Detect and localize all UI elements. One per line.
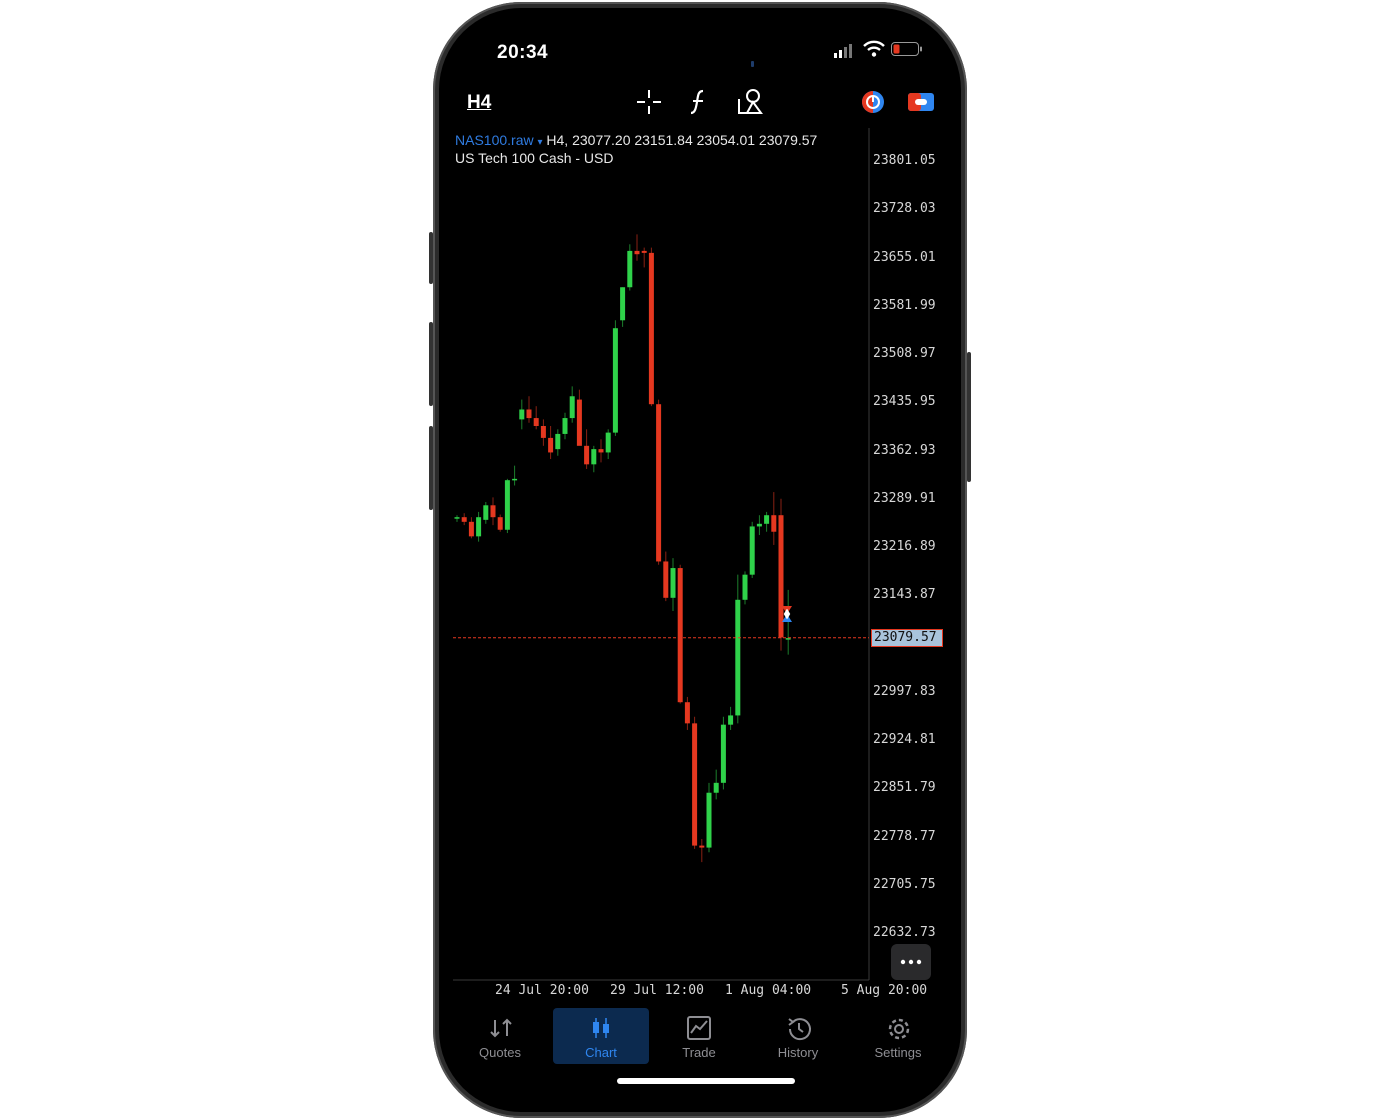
current-price-value: 23079.57 [874,629,937,645]
bullish-candle [562,418,568,434]
time-label: 24 Jul 20:00 [495,983,589,998]
bullish-candle [569,396,575,419]
bullish-candle [476,517,482,537]
price-tick-label: 22632.73 [873,925,936,940]
bearish-candle [663,561,669,598]
bullish-candle [742,574,748,600]
bearish-candle [490,505,496,518]
home-indicator [617,1078,795,1084]
time-label: 1 Aug 04:00 [725,983,812,998]
price-tick-label: 23728.03 [873,201,936,217]
price-tick-label: 23581.99 [873,297,936,313]
quotes-arrows-icon [490,1018,512,1038]
bullish-candle [620,287,626,321]
price-chart[interactable] [439,8,961,1112]
bearish-candle [461,517,467,522]
bullish-candle [605,432,611,453]
bullish-candle [713,782,719,793]
bearish-candle [526,409,532,419]
price-tick-label: 23289.91 [873,490,936,506]
bullish-candle [483,505,489,520]
price-tick-label: 22705.75 [873,876,936,892]
candlestick-chart-icon [593,1018,609,1038]
screen: 20:34 H4 NAS100.raw ▾ H4, 23077.20 23151… [439,8,961,1112]
price-tick-label: 23435.95 [873,394,936,410]
bullish-candle [764,515,770,524]
price-tick-label: 23216.89 [873,539,936,554]
price-tick-label: 22778.77 [873,828,936,844]
bearish-candle [533,418,539,427]
volume-up-button [429,322,433,406]
tab-chart[interactable]: Chart [553,1008,649,1064]
bullish-candle [591,449,597,465]
price-tick-label: 22851.79 [873,780,936,796]
bearish-candle [699,845,705,848]
tab-label: Quotes [479,1045,521,1060]
price-tick-label: 23362.93 [873,442,936,458]
volume-down-button [429,426,433,510]
tab-label: History [777,1045,819,1060]
bearish-candle [598,449,604,453]
bullish-candle [512,478,518,481]
time-label: 5 Aug 20:00 [841,983,928,998]
bearish-candle [771,515,777,532]
bearish-candle [548,437,554,453]
phone-frame: 20:34 H4 NAS100.raw ▾ H4, 23077.20 23151… [429,2,971,1118]
history-clock-icon [788,1018,811,1041]
bullish-candle [519,409,525,420]
more-options-button[interactable] [891,944,931,980]
bearish-candle [540,426,546,438]
bearish-candle [497,517,503,530]
bearish-candle [692,723,698,846]
bullish-candle [735,599,741,716]
tab-history[interactable]: History [750,1008,846,1064]
bullish-candle [504,480,510,530]
bullish-candle [706,792,712,848]
price-tick-label: 23801.05 [873,153,936,168]
bullish-candle [670,568,676,598]
bullish-candle [749,526,755,575]
bearish-candle [656,404,662,562]
price-tick-label: 22924.81 [873,732,936,747]
bearish-candle [584,445,590,465]
gear-icon [888,1018,910,1040]
bearish-candle [468,521,474,537]
bearish-candle [634,250,640,255]
price-tick-label: 23655.01 [873,249,936,265]
bullish-candle [454,517,460,519]
current-price-tag: 23079.57 [871,628,943,647]
power-button [967,352,971,482]
bearish-candle [641,250,647,253]
silent-switch [429,232,433,284]
tab-label: Chart [585,1045,617,1060]
bullish-candle [627,250,633,288]
bearish-candle [648,252,654,405]
bullish-candle [756,523,762,527]
trade-chart-icon [687,1016,711,1040]
bearish-candle [778,515,784,638]
bullish-candle [728,715,734,725]
tab-settings[interactable]: Settings [850,1008,946,1064]
tab-quotes[interactable]: Quotes [452,1008,548,1064]
time-label: 29 Jul 12:00 [610,983,704,998]
price-tick-label: 23143.87 [873,587,936,603]
bullish-candle [785,638,791,640]
price-tick-label: 23508.97 [873,346,936,361]
price-tick-label: 22997.83 [873,683,936,699]
bearish-candle [576,399,582,446]
bearish-candle [684,702,690,724]
bullish-candle [612,328,618,433]
bullish-candle [720,724,726,783]
tab-label: Trade [682,1045,716,1060]
bullish-candle [555,433,561,450]
bearish-candle [677,568,683,703]
tab-trade[interactable]: Trade [651,1008,747,1064]
tab-label: Settings [874,1045,922,1060]
